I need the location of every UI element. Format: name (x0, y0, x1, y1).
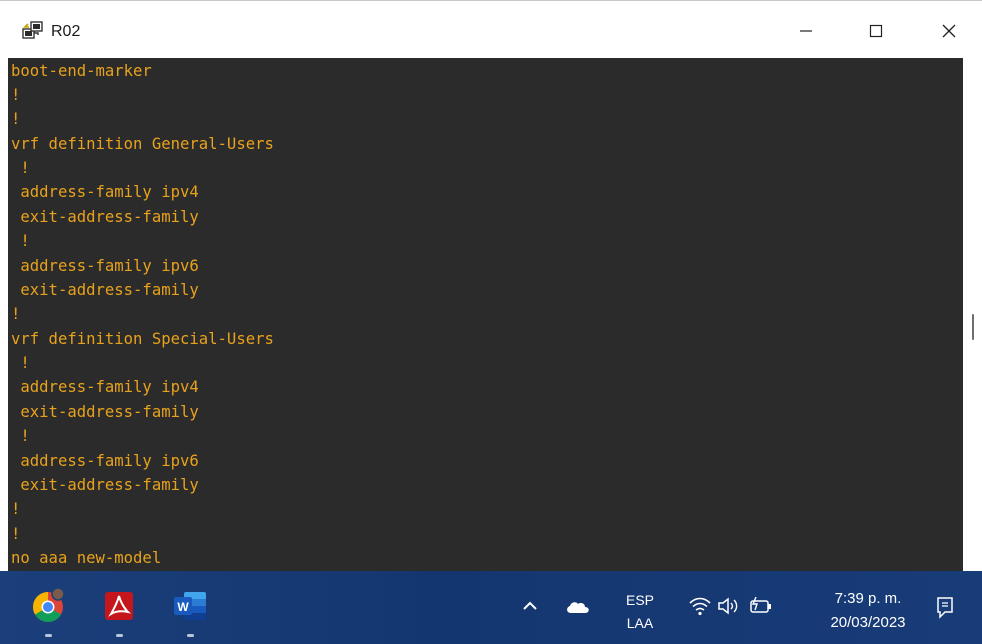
minimize-button[interactable] (783, 9, 829, 53)
close-button[interactable] (926, 9, 972, 53)
terminal-line: ! (11, 232, 30, 250)
keyboard-layout: LAA (626, 615, 654, 631)
terminal-line: ! (11, 354, 30, 372)
scrollbar-thumb[interactable] (972, 314, 974, 340)
window-title: R02 (51, 23, 81, 40)
title-bar[interactable]: R02 (0, 1, 982, 57)
maximize-icon (869, 24, 883, 38)
running-indicator (187, 634, 194, 637)
svg-text:W: W (177, 600, 189, 614)
notification-icon[interactable] (934, 596, 956, 620)
terminal-line: address-family ipv4 (11, 378, 199, 396)
battery-icon (750, 596, 771, 613)
minimize-icon (800, 30, 812, 32)
running-indicator (45, 634, 52, 637)
vertical-scrollbar[interactable] (963, 58, 982, 571)
close-icon (942, 24, 956, 38)
terminal-line: exit-address-family (11, 208, 199, 226)
clock-date: 20/03/2023 (830, 614, 906, 631)
terminal-line: ! (11, 86, 21, 104)
terminal-line: ! (11, 305, 21, 323)
terminal-window: R02 boot-end-marker ! ! vrf definition G… (0, 0, 982, 572)
onedrive-icon[interactable] (565, 599, 591, 615)
putty-icon (22, 21, 43, 39)
taskbar: W ESP LAA 7:39 p. m. 20/03/2023 (0, 571, 982, 644)
terminal-line: no aaa new-model (11, 549, 162, 567)
clock[interactable]: 7:39 p. m. 20/03/2023 (812, 587, 924, 635)
terminal-line: ! (11, 500, 21, 518)
terminal-line: address-family ipv4 (11, 183, 199, 201)
wifi-icon (689, 597, 711, 616)
clock-time: 7:39 p. m. (834, 590, 902, 607)
terminal-line: exit-address-family (11, 403, 199, 421)
terminal-line: exit-address-family (11, 476, 199, 494)
acrobat-icon (105, 592, 133, 620)
speaker-icon (718, 597, 738, 615)
terminal-line: ! (11, 110, 21, 128)
terminal-line: exit-address-family (11, 281, 199, 299)
maximize-button[interactable] (853, 9, 899, 53)
terminal-line: address-family ipv6 (11, 257, 199, 275)
terminal-line: address-family ipv6 (11, 452, 199, 470)
language-indicator[interactable]: ESP LAA (620, 589, 660, 635)
taskbar-chrome-button[interactable] (28, 585, 68, 625)
chevron-up-icon[interactable] (521, 599, 539, 613)
taskbar-word-button[interactable]: W (170, 585, 210, 625)
taskbar-acrobat-button[interactable] (99, 585, 139, 625)
chrome-icon (32, 587, 65, 623)
terminal-line: ! (11, 525, 21, 543)
running-indicator (116, 634, 123, 637)
terminal-output[interactable]: boot-end-marker ! ! vrf definition Gener… (8, 58, 963, 571)
terminal-line: vrf definition General-Users (11, 135, 274, 153)
terminal-line: vrf definition Special-Users (11, 330, 274, 348)
word-icon: W (174, 592, 206, 620)
language-code: ESP (625, 592, 654, 608)
terminal-line: ! (11, 159, 30, 177)
terminal-line: ! (11, 427, 30, 445)
terminal-line: boot-end-marker (11, 62, 152, 80)
